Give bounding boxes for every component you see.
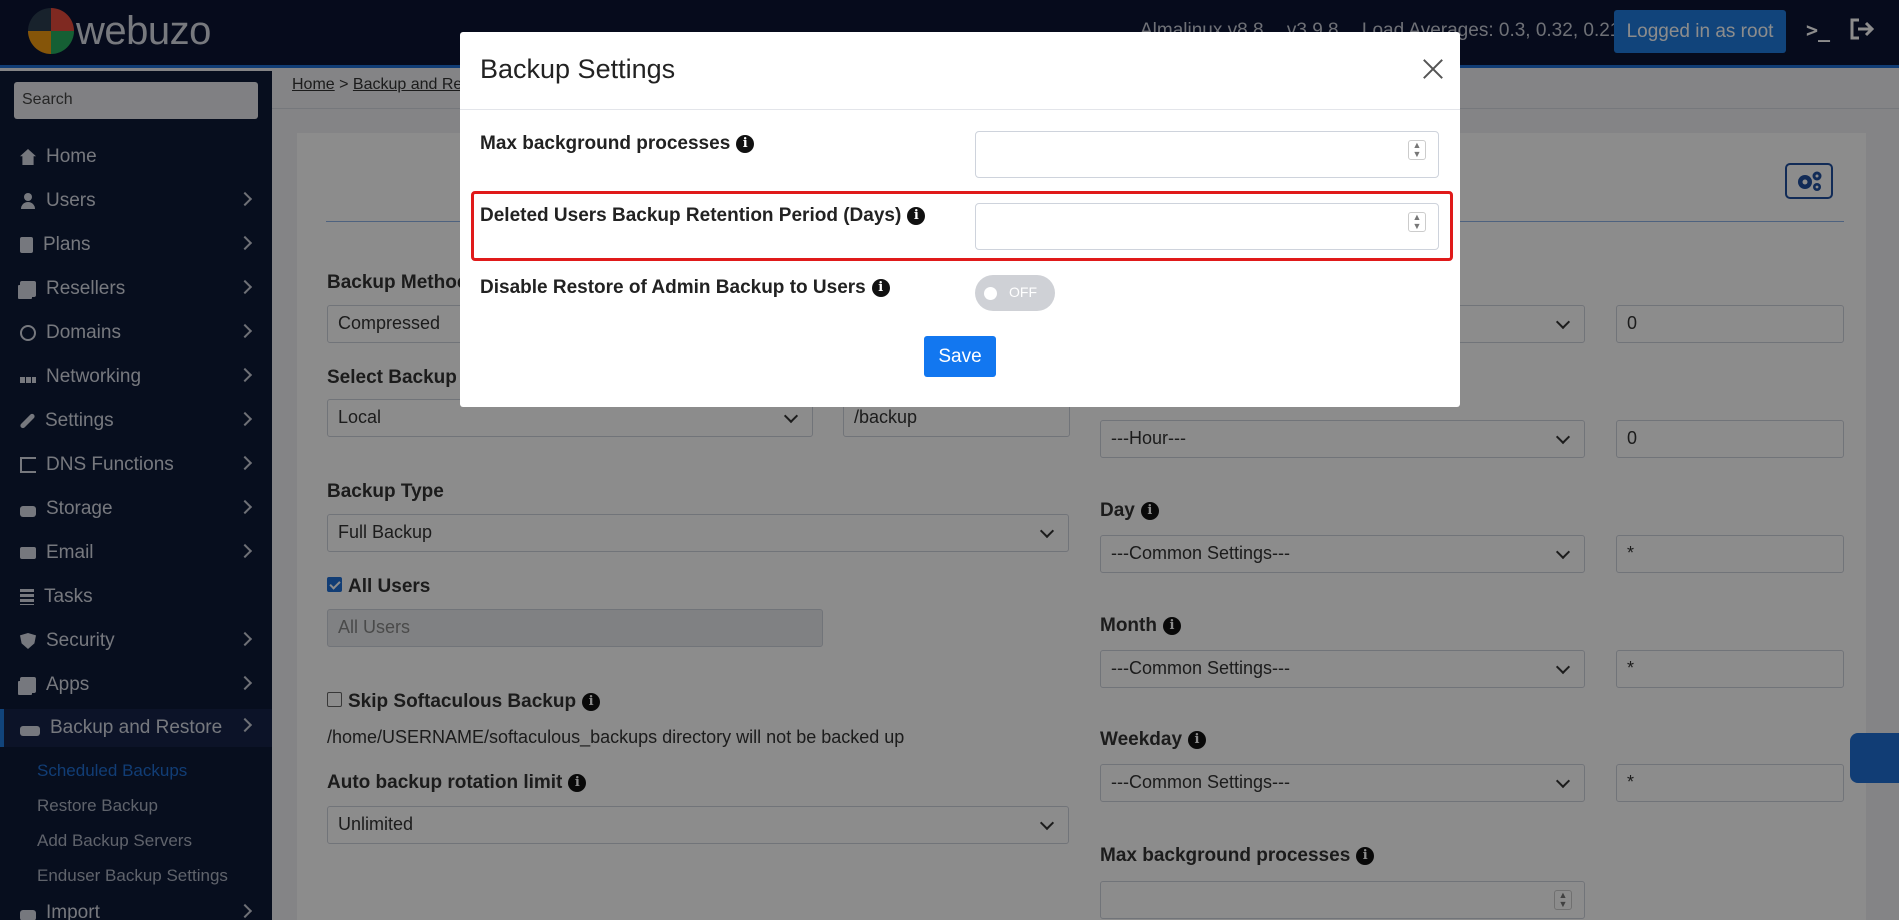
info-icon[interactable]: i xyxy=(907,206,926,225)
spinner-icon[interactable]: ▲ ▼ xyxy=(1408,140,1426,160)
modal-title: Backup Settings xyxy=(480,54,676,84)
modal-divider xyxy=(460,109,1460,110)
max-background-processes-input[interactable]: ▲ ▼ xyxy=(975,131,1439,178)
save-button[interactable]: Save xyxy=(924,336,996,377)
info-icon[interactable]: i xyxy=(736,134,755,153)
close-icon[interactable] xyxy=(1422,58,1444,80)
spinner-icon[interactable]: ▲ ▼ xyxy=(1408,212,1426,232)
retention-period-label: Deleted Users Backup Retention Period (D… xyxy=(480,205,926,227)
backup-settings-modal: Backup Settings Max background processes… xyxy=(460,32,1460,407)
disable-restore-text: Disable Restore of Admin Backup to Users xyxy=(480,277,866,298)
toggle-state: OFF xyxy=(1009,284,1037,300)
disable-restore-toggle[interactable]: OFF xyxy=(975,275,1055,311)
max-background-processes-label: Max background processes i xyxy=(480,133,755,155)
info-icon[interactable]: i xyxy=(871,278,890,297)
toggle-knob xyxy=(984,287,997,300)
max-bg-label-text: Max background processes xyxy=(480,133,731,154)
disable-restore-label: Disable Restore of Admin Backup to Users… xyxy=(480,277,890,299)
retention-label-text: Deleted Users Backup Retention Period (D… xyxy=(480,205,902,226)
retention-period-input[interactable]: ▲ ▼ xyxy=(975,203,1439,250)
